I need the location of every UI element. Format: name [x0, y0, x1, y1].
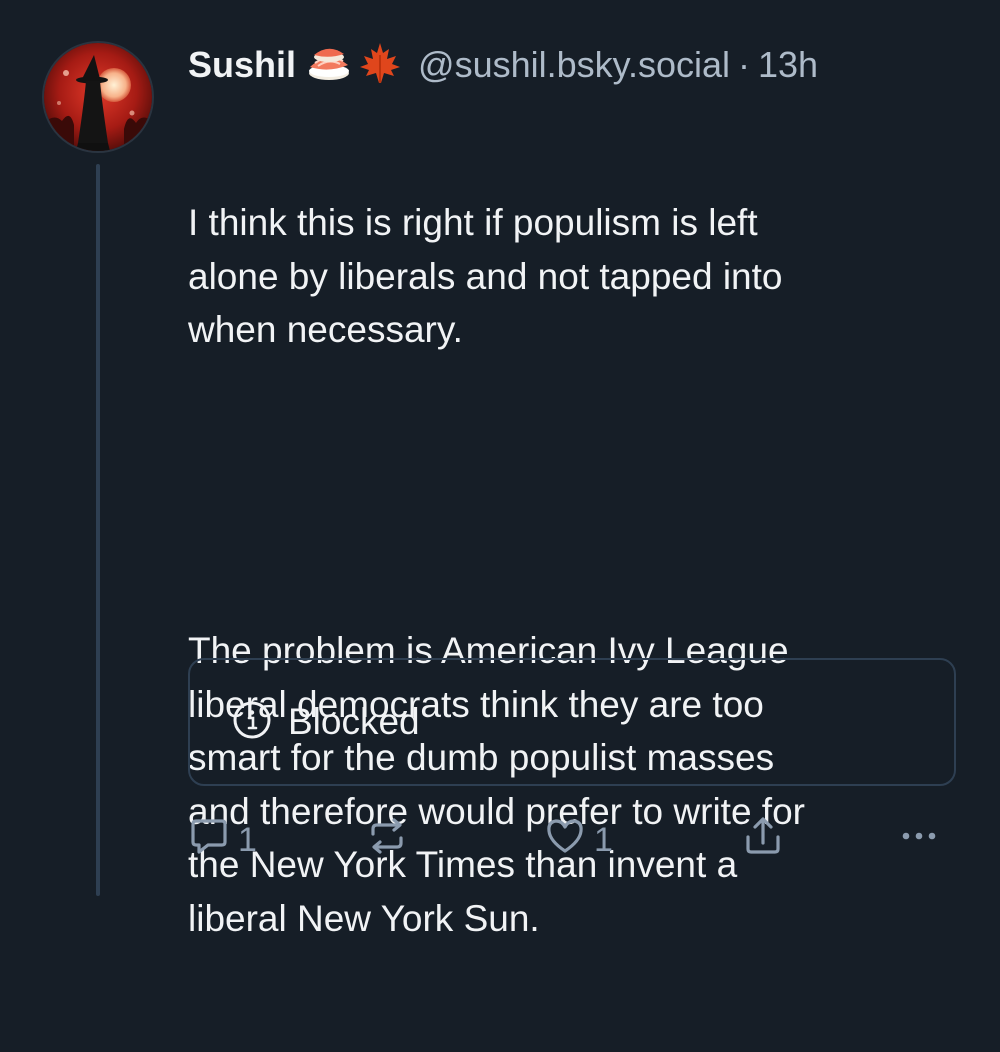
- post-content: Sushil @sushil.bsky.social · 13h I think…: [188, 38, 978, 1052]
- author-handle[interactable]: @sushil.bsky.social: [418, 44, 730, 86]
- post-text: I think this is right if populism is lef…: [188, 89, 978, 1052]
- info-icon: [232, 700, 272, 745]
- reply-icon: [188, 815, 230, 866]
- author-avatar[interactable]: [42, 41, 154, 153]
- avatar-image: [44, 43, 152, 151]
- post-timestamp[interactable]: 13h: [758, 44, 818, 86]
- more-icon: [898, 815, 940, 866]
- reply-button[interactable]: 1: [188, 818, 257, 862]
- reply-count: 1: [238, 820, 257, 859]
- blocked-embed[interactable]: Blocked: [188, 658, 956, 786]
- post-paragraph-1: I think this is right if populism is lef…: [188, 202, 783, 350]
- post-actions: 1 1: [188, 816, 948, 862]
- author-display-name[interactable]: Sushil: [188, 44, 296, 86]
- post-header: Sushil @sushil.bsky.social · 13h: [188, 38, 978, 92]
- share-icon: [742, 815, 784, 866]
- like-button[interactable]: 1: [544, 818, 613, 862]
- thread-line: [96, 164, 100, 896]
- repost-button[interactable]: [366, 817, 416, 862]
- share-button[interactable]: [742, 816, 784, 862]
- blocked-label: Blocked: [288, 701, 420, 742]
- more-options-button[interactable]: [898, 818, 940, 862]
- header-separator: ·: [738, 44, 751, 85]
- repost-icon: [366, 815, 408, 866]
- like-count: 1: [594, 820, 613, 859]
- heart-icon: [544, 815, 586, 866]
- sushi-emoji: [306, 43, 352, 88]
- post: Sushil @sushil.bsky.social · 13h I think…: [0, 0, 1000, 939]
- maple-leaf-emoji: [358, 41, 402, 90]
